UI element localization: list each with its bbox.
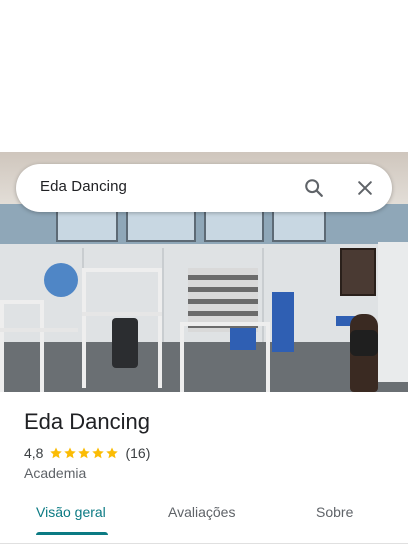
place-title: Eda Dancing xyxy=(24,409,150,434)
photo-rack-bar xyxy=(0,328,78,332)
close-icon[interactable] xyxy=(353,176,377,200)
photo-window-pane xyxy=(56,208,118,242)
place-category: Academia xyxy=(24,465,87,481)
active-tab-indicator xyxy=(36,532,108,535)
photo-partition xyxy=(162,248,164,348)
photo-rack-bar xyxy=(82,312,162,316)
photo-rack xyxy=(0,300,44,392)
photo-person-shirt xyxy=(350,330,378,356)
star-icon xyxy=(92,447,105,459)
review-count[interactable]: (16) xyxy=(125,445,150,461)
photo-exercise-ball xyxy=(44,263,78,297)
star-icon xyxy=(64,447,77,459)
photo-window-pane xyxy=(272,208,326,242)
photo-poster xyxy=(340,248,376,296)
photo-machine xyxy=(272,292,294,352)
search-icon[interactable] xyxy=(302,176,326,200)
search-query-text[interactable]: Eda Dancing xyxy=(40,178,127,195)
rating-row[interactable]: 4,8 (16) xyxy=(24,445,150,461)
photo-column xyxy=(378,242,408,382)
photo-rack xyxy=(180,322,270,392)
photo-machine-seat xyxy=(112,318,138,368)
tab-about[interactable]: Sobre xyxy=(316,504,353,520)
map-blank-area xyxy=(0,0,408,152)
rating-value: 4,8 xyxy=(24,445,44,461)
star-icon xyxy=(50,447,63,459)
star-icon xyxy=(106,447,119,459)
photo-window-pane xyxy=(204,208,264,242)
tab-bar: Visão geral Avaliações Sobre xyxy=(0,496,408,544)
search-bar[interactable]: Eda Dancing xyxy=(16,164,392,212)
star-icon xyxy=(78,447,91,459)
tab-overview[interactable]: Visão geral xyxy=(36,504,106,520)
rating-stars xyxy=(49,446,119,460)
tab-reviews[interactable]: Avaliações xyxy=(168,504,235,520)
photo-window-pane xyxy=(126,208,196,242)
